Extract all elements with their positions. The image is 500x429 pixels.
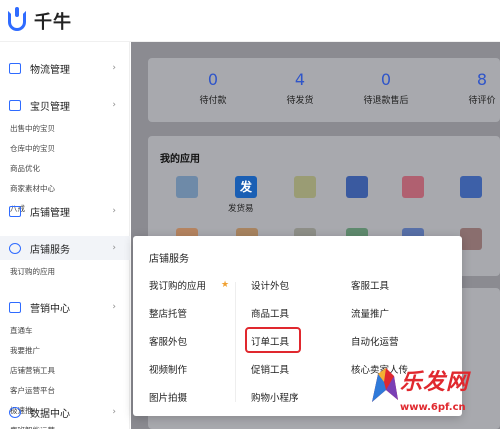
- sidebar-subitem[interactable]: 鹿班智能运营: [10, 421, 72, 429]
- truck-icon: [9, 62, 21, 74]
- stat-label: 待退款售后: [363, 96, 409, 106]
- popup-item-subscribed-apps[interactable]: 我订购的应用: [149, 278, 206, 292]
- sidebar: 物流管理 › 宝贝管理 › 出售中的宝贝 仓库中的宝贝 商品优化 商家素材中心 八戒…: [0, 42, 130, 429]
- popup-item-order-tools[interactable]: 订单工具: [251, 334, 289, 348]
- popup-divider: [235, 282, 236, 402]
- sidebar-item-label: 宝贝管理: [30, 101, 70, 113]
- app-tile[interactable]: [402, 176, 424, 198]
- app-tile[interactable]: [346, 176, 368, 198]
- watermark-url: www.6pf.cn: [400, 402, 466, 413]
- sidebar-subitem[interactable]: 商品优化: [10, 159, 72, 179]
- popup-item-cs-outsourcing[interactable]: 客服外包: [149, 334, 187, 348]
- app-tile[interactable]: [294, 176, 316, 198]
- star-icon[interactable]: ★: [221, 280, 229, 290]
- stat-pending-payment[interactable]: 0 待付款: [178, 70, 248, 106]
- watermark-text: 乐发网: [400, 370, 470, 395]
- popup-item-cs-tools[interactable]: 客服工具: [351, 278, 389, 292]
- popup-item-promotion-tools[interactable]: 促销工具: [251, 362, 289, 376]
- sidebar-subgroup-store-service: 我订购的应用: [0, 262, 130, 282]
- popup-item-traffic-promotion[interactable]: 流量推广: [351, 306, 389, 320]
- fahuoyi-app-icon[interactable]: 发: [235, 176, 257, 198]
- sidebar-subitem[interactable]: 客户运营平台: [10, 381, 72, 401]
- sidebar-subitem[interactable]: 商家素材中心: [10, 179, 72, 199]
- chevron-right-icon: ›: [112, 100, 116, 110]
- sidebar-group-logistics[interactable]: 物流管理 ›: [0, 58, 130, 78]
- sidebar-group-data[interactable]: 数据中心 ›: [0, 402, 130, 422]
- stat-number: 8: [476, 70, 488, 89]
- chevron-right-icon: ›: [112, 243, 116, 253]
- stat-pending-review[interactable]: 8 待评价: [447, 70, 500, 106]
- popup-item-video-production[interactable]: 视频制作: [149, 362, 187, 376]
- popup-item-photo-shoot[interactable]: 图片拍摄: [149, 390, 187, 404]
- popup-item-product-tools[interactable]: 商品工具: [251, 306, 289, 320]
- my-apps-title: 我的应用: [160, 154, 200, 165]
- chevron-right-icon: ›: [112, 407, 116, 417]
- sidebar-item-label: 营销中心: [30, 303, 70, 315]
- app-tile[interactable]: [460, 228, 482, 250]
- watermark-logo-icon: [372, 368, 398, 402]
- chart-icon: [9, 406, 21, 418]
- sidebar-subitem[interactable]: 我要推广: [10, 341, 72, 361]
- chevron-right-icon: ›: [112, 302, 116, 312]
- sidebar-item-label: 店铺管理: [30, 207, 70, 219]
- chevron-right-icon: ›: [112, 206, 116, 216]
- popup-item-automation[interactable]: 自动化运营: [351, 334, 399, 348]
- popup-item-design-outsourcing[interactable]: 设计外包: [251, 278, 289, 292]
- watermark: 乐发网 www.6pf.cn: [360, 360, 500, 429]
- megaphone-icon: [9, 301, 21, 313]
- box-icon: [9, 99, 21, 111]
- sidebar-subitem[interactable]: 仓库中的宝贝: [10, 139, 72, 159]
- sidebar-item-label: 物流管理: [30, 64, 70, 76]
- sidebar-item-products[interactable]: 宝贝管理 ›: [0, 95, 130, 115]
- popup-title: 店铺服务: [149, 254, 189, 265]
- store-icon: [9, 205, 21, 217]
- sidebar-group-store[interactable]: 店铺管理 ›: [0, 201, 130, 221]
- stat-number: 0: [380, 70, 392, 89]
- sidebar-subitem[interactable]: 直通车: [10, 321, 72, 341]
- apps-icon: [9, 242, 21, 254]
- sidebar-group-store-service[interactable]: 店铺服务 ›: [0, 236, 130, 260]
- sidebar-item-label: 数据中心: [30, 408, 70, 420]
- chevron-right-icon: ›: [112, 63, 116, 73]
- app-header: 千牛: [0, 0, 500, 42]
- stat-label: 待付款: [199, 96, 227, 106]
- app-title: 千牛: [34, 11, 72, 33]
- app-tile[interactable]: [176, 176, 198, 198]
- stat-label: 待发货: [286, 96, 314, 106]
- popup-item-mini-program[interactable]: 购物小程序: [251, 390, 299, 404]
- stat-pending-shipment[interactable]: 4 待发货: [265, 70, 335, 106]
- stat-refund[interactable]: 0 待退款售后: [351, 70, 421, 106]
- sidebar-subitem[interactable]: 我订购的应用: [0, 262, 130, 282]
- fahuoyi-app-label[interactable]: 发货易: [228, 202, 254, 214]
- sidebar-subitem[interactable]: 店铺营销工具: [10, 361, 72, 381]
- sidebar-subitem[interactable]: 出售中的宝贝: [10, 119, 72, 139]
- order-stats-card: 0 待付款 4 待发货 0 待退款售后 8 待评价: [148, 58, 500, 122]
- sidebar-item-marketing[interactable]: 营销中心 ›: [0, 297, 130, 317]
- stat-number: 4: [294, 70, 306, 89]
- popup-item-store-hosting[interactable]: 整店托管: [149, 306, 187, 320]
- stat-label: 待评价: [468, 96, 496, 106]
- sidebar-item-label: 店铺服务: [30, 244, 70, 256]
- qianniu-logo-icon: [8, 6, 26, 31]
- stat-number: 0: [207, 70, 219, 89]
- app-tile[interactable]: [460, 176, 482, 198]
